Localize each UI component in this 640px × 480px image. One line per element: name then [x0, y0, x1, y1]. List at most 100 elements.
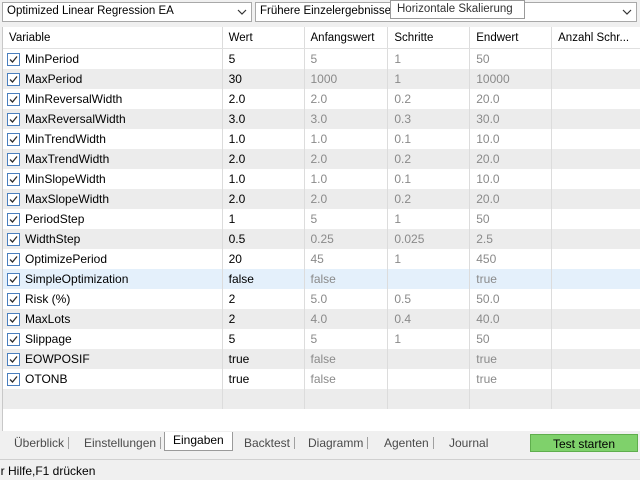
row-checkbox[interactable]: [7, 132, 20, 146]
start-cell[interactable]: 45: [305, 249, 389, 269]
end-cell[interactable]: true: [470, 349, 553, 369]
row-checkbox[interactable]: [7, 272, 20, 286]
step-cell[interactable]: 0.1: [388, 129, 471, 149]
value-cell[interactable]: 3.0: [223, 109, 305, 129]
step-cell[interactable]: 0.5: [388, 289, 471, 309]
tab-backtest[interactable]: Backtest: [244, 434, 296, 453]
table-row[interactable]: MaxLots 2 4.0 0.4 40.0: [3, 309, 640, 329]
end-cell[interactable]: 20.0: [470, 149, 553, 169]
tab-agents[interactable]: Agenten: [384, 434, 434, 453]
table-row[interactable]: WidthStep 0.5 0.25 0.025 2.5: [3, 229, 640, 249]
step-cell[interactable]: 1: [388, 329, 471, 349]
value-cell[interactable]: 2: [223, 289, 305, 309]
end-cell[interactable]: 40.0: [470, 309, 553, 329]
step-cell[interactable]: [388, 369, 471, 389]
value-cell[interactable]: 20: [223, 249, 305, 269]
end-cell[interactable]: 10.0: [470, 169, 553, 189]
tab-journal[interactable]: Journal: [449, 434, 488, 453]
end-cell[interactable]: 20.0: [470, 89, 553, 109]
step-cell[interactable]: 0.3: [388, 109, 471, 129]
row-checkbox[interactable]: [7, 352, 20, 366]
end-cell[interactable]: 30.0: [470, 109, 553, 129]
step-cell[interactable]: [388, 269, 471, 289]
start-cell[interactable]: 4.0: [305, 309, 389, 329]
start-cell[interactable]: 5.0: [305, 289, 389, 309]
table-row[interactable]: PeriodStep 1 5 1 50: [3, 209, 640, 229]
start-cell[interactable]: 2.0: [305, 89, 389, 109]
row-checkbox[interactable]: [7, 372, 20, 386]
start-cell[interactable]: false: [305, 269, 389, 289]
tab-inputs[interactable]: Eingaben: [164, 432, 233, 451]
column-header-end[interactable]: Endwert: [470, 27, 553, 48]
start-cell[interactable]: 3.0: [305, 109, 389, 129]
row-checkbox[interactable]: [7, 192, 20, 206]
column-header-value[interactable]: Wert: [223, 27, 305, 48]
table-row[interactable]: MinPeriod 5 5 1 50: [3, 49, 640, 69]
row-checkbox[interactable]: [7, 232, 20, 246]
value-cell[interactable]: 0.5: [223, 229, 305, 249]
row-checkbox[interactable]: [7, 312, 20, 326]
column-header-step[interactable]: Schritte: [388, 27, 471, 48]
table-row[interactable]: MaxSlopeWidth 2.0 2.0 0.2 20.0: [3, 189, 640, 209]
row-checkbox[interactable]: [7, 212, 20, 226]
value-cell[interactable]: 2.0: [223, 89, 305, 109]
start-cell[interactable]: 5: [305, 49, 389, 69]
step-cell[interactable]: 0.1: [388, 169, 471, 189]
start-cell[interactable]: 2.0: [305, 149, 389, 169]
step-cell[interactable]: 1: [388, 249, 471, 269]
step-cell[interactable]: 0.2: [388, 189, 471, 209]
start-cell[interactable]: 1.0: [305, 169, 389, 189]
step-cell[interactable]: 1: [388, 69, 471, 89]
start-cell[interactable]: 1.0: [305, 129, 389, 149]
end-cell[interactable]: 50: [470, 209, 553, 229]
step-cell[interactable]: 0.2: [388, 89, 471, 109]
step-cell[interactable]: 0.025: [388, 229, 471, 249]
value-cell[interactable]: 30: [223, 69, 305, 89]
table-row[interactable]: Slippage 5 5 1 50: [3, 329, 640, 349]
tab-settings[interactable]: Einstellungen: [84, 434, 162, 453]
value-cell[interactable]: true: [223, 349, 305, 369]
table-row[interactable]: MaxPeriod 30 1000 1 10000: [3, 69, 640, 89]
value-cell[interactable]: 2.0: [223, 149, 305, 169]
row-checkbox[interactable]: [7, 72, 20, 86]
value-cell[interactable]: false: [223, 269, 305, 289]
end-cell[interactable]: 450: [470, 249, 553, 269]
start-cell[interactable]: 5: [305, 329, 389, 349]
start-cell[interactable]: 5: [305, 209, 389, 229]
value-cell[interactable]: 2.0: [223, 189, 305, 209]
end-cell[interactable]: 10000: [470, 69, 553, 89]
table-row[interactable]: MinSlopeWidth 1.0 1.0 0.1 10.0: [3, 169, 640, 189]
value-cell[interactable]: 5: [223, 49, 305, 69]
table-row[interactable]: MinTrendWidth 1.0 1.0 0.1 10.0: [3, 129, 640, 149]
table-row[interactable]: OptimizePeriod 20 45 1 450: [3, 249, 640, 269]
step-cell[interactable]: 0.4: [388, 309, 471, 329]
table-row[interactable]: SimpleOptimization false false true: [3, 269, 640, 289]
end-cell[interactable]: true: [470, 269, 553, 289]
end-cell[interactable]: 50.0: [470, 289, 553, 309]
table-row[interactable]: MaxTrendWidth 2.0 2.0 0.2 20.0: [3, 149, 640, 169]
column-header-variable[interactable]: Variable: [3, 27, 223, 48]
end-cell[interactable]: 10.0: [470, 129, 553, 149]
ea-select[interactable]: Optimized Linear Regression EA: [2, 2, 252, 22]
start-cell[interactable]: 1000: [305, 69, 389, 89]
step-cell[interactable]: 1: [388, 209, 471, 229]
table-row[interactable]: Risk (%) 2 5.0 0.5 50.0: [3, 289, 640, 309]
table-row[interactable]: MaxReversalWidth 3.0 3.0 0.3 30.0: [3, 109, 640, 129]
end-cell[interactable]: 50: [470, 329, 553, 349]
row-checkbox[interactable]: [7, 152, 20, 166]
row-checkbox[interactable]: [7, 332, 20, 346]
step-cell[interactable]: 0.2: [388, 149, 471, 169]
end-cell[interactable]: 2.5: [470, 229, 553, 249]
end-cell[interactable]: true: [470, 369, 553, 389]
row-checkbox[interactable]: [7, 92, 20, 106]
tab-chart[interactable]: Diagramm: [308, 434, 369, 453]
step-cell[interactable]: 1: [388, 49, 471, 69]
start-test-button[interactable]: Test starten: [530, 434, 638, 452]
row-checkbox[interactable]: [7, 172, 20, 186]
row-checkbox[interactable]: [7, 292, 20, 306]
row-checkbox[interactable]: [7, 112, 20, 126]
row-checkbox[interactable]: [7, 52, 20, 66]
column-header-start[interactable]: Anfangswert: [305, 27, 389, 48]
column-header-steps-count[interactable]: Anzahl Schr...: [552, 27, 640, 48]
step-cell[interactable]: [388, 349, 471, 369]
